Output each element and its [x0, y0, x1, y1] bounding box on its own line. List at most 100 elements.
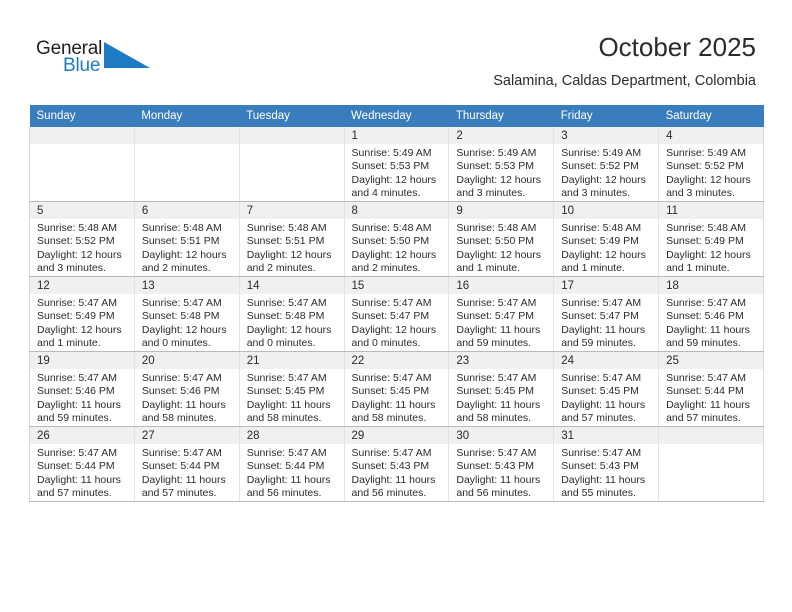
day-detail-line: Sunrise: 5:47 AM	[351, 447, 432, 459]
day-detail-line: Sunrise: 5:47 AM	[456, 447, 537, 459]
day-detail-line: Daylight: 12 hours	[351, 323, 437, 336]
calendar-day-cell[interactable]: 28 Sunrise: 5:47 AM Sunset: 5:44 PM Dayligh…	[238, 426, 345, 502]
day-number: 5	[30, 202, 134, 219]
day-number: 1	[344, 127, 449, 144]
calendar-day-cell[interactable]: 29 Sunrise: 5:47 AM Sunset: 5:43 PM Dayligh…	[343, 426, 450, 502]
calendar-day-cell[interactable]: 15 Sunrise: 5:47 AM Sunset: 5:47 PM Dayligh…	[343, 276, 450, 352]
day-detail-line: Sunset: 5:44 PM	[141, 460, 220, 473]
day-detail-line: Sunset: 5:43 PM	[351, 460, 430, 473]
day-detail-line: Sunrise: 5:47 AM	[456, 372, 537, 384]
day-detail-line: and 1 minute.	[37, 337, 101, 350]
day-detail-line: and 56 minutes.	[246, 487, 322, 500]
calendar-day-cell[interactable]: 2 Sunrise: 5:49 AM Sunset: 5:53 PM Daylight…	[448, 127, 555, 202]
day-number: 18	[659, 277, 763, 294]
day-detail-line: Sunset: 5:43 PM	[561, 460, 639, 473]
day-number: 19	[30, 352, 134, 369]
day-detail-line: Sunset: 5:48 PM	[141, 310, 220, 323]
day-cell-inner: 14 Sunrise: 5:47 AM Sunset: 5:48 PM Dayligh…	[239, 277, 344, 351]
day-detail-lines: Sunrise: 5:47 AM Sunset: 5:46 PM Daylight:…	[659, 294, 763, 351]
day-detail-line: Sunrise: 5:47 AM	[37, 372, 117, 384]
day-cell-inner: 21 Sunrise: 5:47 AM Sunset: 5:45 PM Dayligh…	[239, 352, 344, 426]
calendar-day-cell[interactable]: 6 Sunrise: 5:48 AM Sunset: 5:51 PM Daylight…	[133, 201, 240, 277]
day-cell-inner: 8 Sunrise: 5:48 AM Sunset: 5:50 PM Daylight…	[344, 202, 449, 276]
calendar-day-cell[interactable]: 31 Sunrise: 5:47 AM Sunset: 5:43 PM Dayligh…	[553, 426, 660, 502]
day-cell-inner: 1 Sunrise: 5:49 AM Sunset: 5:53 PM Daylight…	[344, 127, 449, 201]
day-detail-lines: Sunrise: 5:47 AM Sunset: 5:46 PM Daylight:…	[30, 369, 134, 426]
column-header-saturday: Saturday	[658, 105, 764, 127]
day-cell-inner: 5 Sunrise: 5:48 AM Sunset: 5:52 PM Daylight…	[30, 202, 134, 276]
column-header-friday: Friday	[553, 105, 659, 127]
day-cell-inner: 6 Sunrise: 5:48 AM Sunset: 5:51 PM Daylight…	[134, 202, 239, 276]
day-detail-line: Sunset: 5:50 PM	[351, 235, 430, 248]
calendar-day-cell[interactable]: 13 Sunrise: 5:47 AM Sunset: 5:48 PM Dayligh…	[133, 276, 240, 352]
day-detail-line: and 56 minutes.	[351, 487, 427, 500]
day-detail-line: Sunset: 5:49 PM	[666, 235, 744, 248]
day-detail-line: Sunset: 5:44 PM	[37, 460, 115, 473]
day-number: 26	[30, 427, 134, 444]
calendar-day-cell[interactable]: 19 Sunrise: 5:47 AM Sunset: 5:46 PM Dayligh…	[29, 351, 135, 427]
calendar-day-cell[interactable]: 12 Sunrise: 5:47 AM Sunset: 5:49 PM Dayligh…	[29, 276, 135, 352]
calendar-day-cell-empty	[29, 127, 135, 202]
calendar-day-cell[interactable]: 14 Sunrise: 5:47 AM Sunset: 5:48 PM Dayligh…	[238, 276, 345, 352]
day-detail-lines: Sunrise: 5:47 AM Sunset: 5:45 PM Daylight:…	[345, 369, 449, 426]
day-detail-line: and 58 minutes.	[246, 412, 322, 425]
day-cell-inner: 26 Sunrise: 5:47 AM Sunset: 5:44 PM Dayligh…	[30, 427, 134, 501]
calendar-day-cell[interactable]: 7 Sunrise: 5:48 AM Sunset: 5:51 PM Daylight…	[238, 201, 345, 277]
day-detail-line: Sunrise: 5:49 AM	[561, 147, 642, 159]
day-detail-lines	[135, 144, 239, 147]
day-detail-lines	[30, 144, 134, 147]
day-detail-line: Daylight: 11 hours	[666, 323, 750, 336]
day-detail-line: Sunrise: 5:47 AM	[246, 447, 327, 459]
calendar-day-cell[interactable]: 21 Sunrise: 5:47 AM Sunset: 5:45 PM Dayligh…	[238, 351, 345, 427]
day-detail-line: Sunrise: 5:49 AM	[351, 147, 432, 159]
day-detail-line: Sunrise: 5:47 AM	[666, 372, 747, 384]
calendar-day-cell[interactable]: 4 Sunrise: 5:49 AM Sunset: 5:52 PM Daylight…	[658, 127, 764, 202]
calendar-day-cell[interactable]: 18 Sunrise: 5:47 AM Sunset: 5:46 PM Dayligh…	[658, 276, 764, 352]
calendar-day-cell[interactable]: 24 Sunrise: 5:47 AM Sunset: 5:45 PM Dayligh…	[553, 351, 660, 427]
day-cell-inner: 16 Sunrise: 5:47 AM Sunset: 5:47 PM Dayligh…	[449, 277, 554, 351]
calendar-day-cell[interactable]: 22 Sunrise: 5:47 AM Sunset: 5:45 PM Dayligh…	[343, 351, 450, 427]
calendar-day-cell[interactable]: 25 Sunrise: 5:47 AM Sunset: 5:44 PM Dayligh…	[658, 351, 764, 427]
day-detail-line: Sunrise: 5:47 AM	[246, 297, 327, 309]
day-detail-line: Sunset: 5:46 PM	[666, 310, 744, 323]
page-title: October 2025	[598, 32, 756, 62]
calendar-day-cell[interactable]: 3 Sunrise: 5:49 AM Sunset: 5:52 PM Daylight…	[553, 127, 660, 202]
day-detail-line: and 2 minutes.	[246, 262, 316, 275]
calendar-day-cell[interactable]: 9 Sunrise: 5:48 AM Sunset: 5:50 PM Daylight…	[448, 201, 555, 277]
day-detail-line: Sunset: 5:47 PM	[351, 310, 430, 323]
day-detail-line: Sunset: 5:49 PM	[561, 235, 639, 248]
calendar-day-cell[interactable]: 20 Sunrise: 5:47 AM Sunset: 5:46 PM Dayligh…	[133, 351, 240, 427]
day-detail-line: Sunset: 5:46 PM	[141, 385, 220, 398]
calendar-week-row: 19 Sunrise: 5:47 AM Sunset: 5:46 PM Dayligh…	[29, 351, 764, 427]
day-cell-inner: 22 Sunrise: 5:47 AM Sunset: 5:45 PM Dayligh…	[344, 352, 449, 426]
brand-logo[interactable]: General Blue	[36, 38, 166, 82]
day-detail-line: Sunset: 5:44 PM	[666, 385, 744, 398]
day-number: 14	[239, 277, 344, 294]
day-detail-line: Daylight: 12 hours	[246, 323, 332, 336]
day-detail-line: Sunset: 5:48 PM	[246, 310, 325, 323]
day-detail-line: and 2 minutes.	[141, 262, 211, 275]
calendar-day-cell[interactable]: 11 Sunrise: 5:48 AM Sunset: 5:49 PM Dayligh…	[658, 201, 764, 277]
calendar-day-cell[interactable]: 23 Sunrise: 5:47 AM Sunset: 5:45 PM Dayligh…	[448, 351, 555, 427]
day-number: 22	[344, 352, 449, 369]
day-number: 23	[449, 352, 554, 369]
calendar-day-cell[interactable]: 27 Sunrise: 5:47 AM Sunset: 5:44 PM Dayligh…	[133, 426, 240, 502]
calendar-day-cell[interactable]: 16 Sunrise: 5:47 AM Sunset: 5:47 PM Dayligh…	[448, 276, 555, 352]
calendar-day-cell[interactable]: 30 Sunrise: 5:47 AM Sunset: 5:43 PM Dayligh…	[448, 426, 555, 502]
day-cell-inner: 3 Sunrise: 5:49 AM Sunset: 5:52 PM Daylight…	[554, 127, 659, 201]
day-detail-lines: Sunrise: 5:47 AM Sunset: 5:49 PM Daylight:…	[30, 294, 134, 351]
day-number: 9	[449, 202, 554, 219]
calendar-day-cell[interactable]: 8 Sunrise: 5:48 AM Sunset: 5:50 PM Daylight…	[343, 201, 450, 277]
day-detail-line: Sunrise: 5:48 AM	[456, 222, 537, 234]
day-cell-inner: 25 Sunrise: 5:47 AM Sunset: 5:44 PM Dayligh…	[659, 352, 763, 426]
calendar-day-cell[interactable]: 5 Sunrise: 5:48 AM Sunset: 5:52 PM Daylight…	[29, 201, 135, 277]
day-number: 12	[30, 277, 134, 294]
day-detail-line: Daylight: 11 hours	[561, 398, 646, 411]
calendar-day-cell[interactable]: 10 Sunrise: 5:48 AM Sunset: 5:49 PM Dayligh…	[553, 201, 660, 277]
calendar-day-cell[interactable]: 1 Sunrise: 5:49 AM Sunset: 5:53 PM Daylight…	[343, 127, 450, 202]
day-detail-line: Sunrise: 5:48 AM	[561, 222, 642, 234]
day-detail-lines: Sunrise: 5:47 AM Sunset: 5:47 PM Daylight:…	[345, 294, 449, 351]
calendar-day-cell[interactable]: 26 Sunrise: 5:47 AM Sunset: 5:44 PM Dayligh…	[29, 426, 135, 502]
calendar-day-cell[interactable]: 17 Sunrise: 5:47 AM Sunset: 5:47 PM Dayligh…	[553, 276, 660, 352]
day-detail-line: Daylight: 12 hours	[37, 248, 122, 261]
